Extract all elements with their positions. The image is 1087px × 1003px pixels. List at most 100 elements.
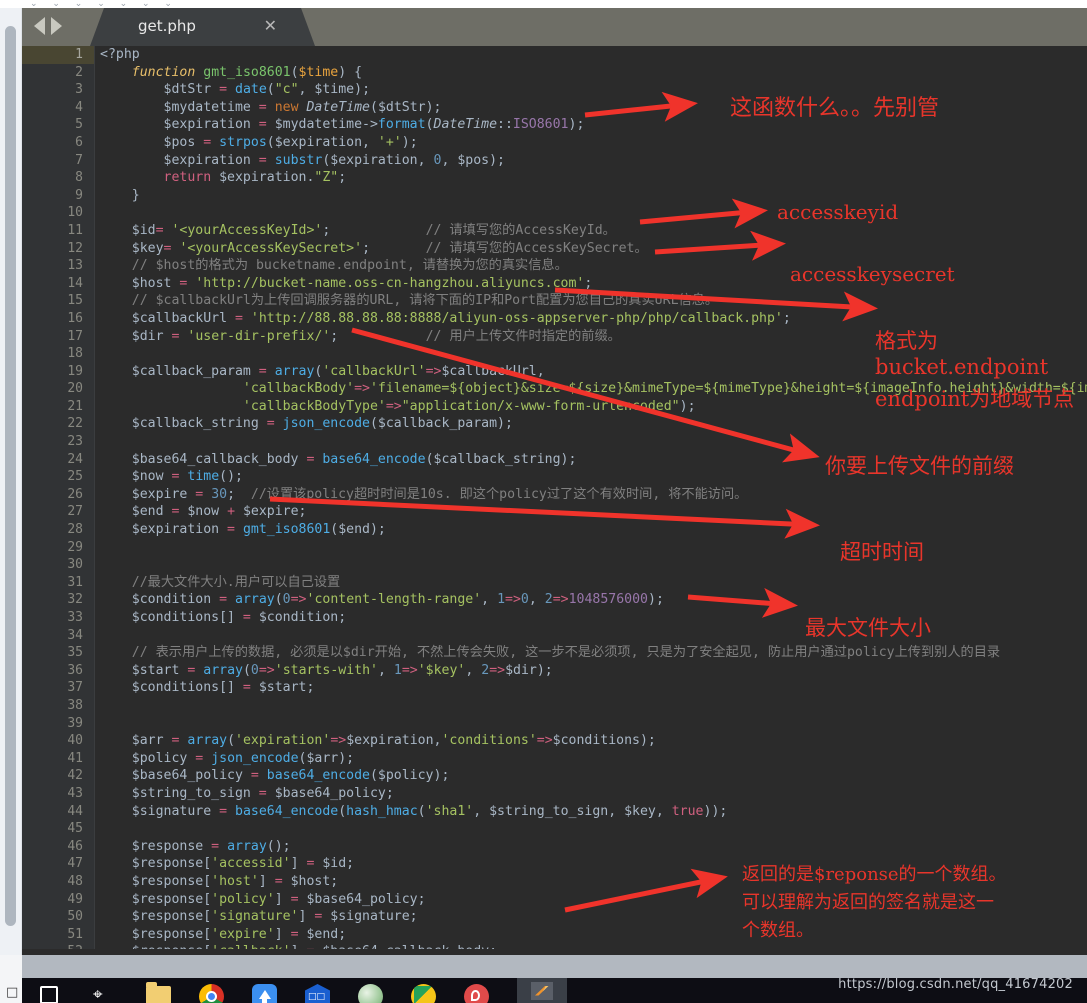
pentagon-app-icon[interactable] [305,981,331,1003]
code-token: $base64_policy; [298,891,426,907]
code-content[interactable]: <?php function gmt_iso8601($time) { $dtS… [100,46,1087,955]
code-token: 0 [250,662,259,678]
page-scrollbar-thumb[interactable] [5,26,16,926]
code-line[interactable]: $dir = 'user-dir-prefix/'; // 用户上传文件时指定的… [100,328,1087,346]
code-token: => [330,733,347,749]
code-token: , [481,592,498,608]
code-line[interactable]: $base64_policy = base64_encode($policy); [100,767,1087,785]
code-line[interactable]: $id= '<yourAccessKeyId>'; // 请填写您的Access… [100,222,1087,240]
code-line[interactable]: $response = array(); [100,838,1087,856]
code-line[interactable]: return $expiration."Z"; [100,169,1087,187]
code-token: array [235,592,275,608]
code-line[interactable]: $policy = json_encode($arr); [100,750,1087,768]
code-line[interactable]: $key= '<yourAccessKeySecret>'; // 请填写您的A… [100,240,1087,258]
code-line[interactable]: $expiration = substr($expiration, 0, $po… [100,152,1087,170]
code-line[interactable]: $callback_string = json_encode($callback… [100,415,1087,433]
code-line[interactable]: $signature = base64_encode(hash_hmac('sh… [100,803,1087,821]
code-token: return [163,170,212,186]
code-token: 'expiration' [235,733,331,749]
line-number: 7 [75,152,83,168]
code-token: ; [584,275,593,291]
annotation-text: 个数组。 [742,920,814,941]
code-token: $id [100,222,156,238]
code-token: = [203,134,212,150]
code-line[interactable]: $end = $now + $expire; [100,503,1087,521]
start-button-icon[interactable] [40,981,66,1003]
tab-label: get.php [138,17,196,35]
code-line[interactable]: // 表示用户上传的数据, 必须是以$dir开始, 不然上传会失败, 这一步不是… [100,644,1087,662]
code-token: ) { [338,64,363,80]
code-line[interactable]: <?php [100,46,1087,64]
line-number: 18 [67,346,83,362]
code-token: $callback_string [100,416,267,432]
code-token: 'policy' [211,891,275,907]
yellow-green-icon[interactable] [411,981,437,1003]
line-number: 47 [67,856,83,872]
chrome-icon[interactable] [199,981,225,1003]
code-line[interactable]: $condition = array(0=>'content-length-ra… [100,591,1087,609]
red-location-icon[interactable] [464,981,490,1003]
code-line[interactable] [100,433,1087,451]
code-token: ($dtStr); [370,99,442,115]
close-icon[interactable]: ✕ [264,16,277,35]
code-line[interactable]: $conditions[] = $start; [100,679,1087,697]
code-token: DateTime [306,99,371,115]
code-token: base64_encode [235,803,339,819]
code-token: 2 [481,662,490,678]
code-line[interactable]: $string_to_sign = $base64_policy; [100,785,1087,803]
code-token: , [377,662,394,678]
code-token: "Z" [314,170,339,186]
code-token: 'callbackBody' [242,381,355,397]
code-line[interactable]: $arr = array('expiration'=>$expiration,'… [100,732,1087,750]
code-token: $key [100,240,164,256]
code-token: ($callback_param); [369,416,513,432]
code-line[interactable] [100,556,1087,574]
tab-get-php[interactable]: get.php ✕ [90,8,315,46]
nav-back-arrow-icon[interactable] [34,17,45,35]
code-line[interactable] [100,627,1087,645]
code-token: => [290,592,307,608]
code-line[interactable] [100,697,1087,715]
globe-browser-icon[interactable] [358,981,384,1003]
code-line[interactable]: //最大文件大小.用户可以自己设置 [100,574,1087,592]
code-editor-area[interactable]: 1 2 3 4 5 6 7 8 9 10 11 12 13 14 15 16 17 18 19 20 21 22 23 24 2… [22,46,1087,955]
tab-nav-arrows[interactable] [34,17,62,35]
active-editor-icon[interactable] [517,978,567,1003]
code-token: :: [497,117,513,133]
code-line[interactable]: function gmt_iso8601($time) { [100,64,1087,82]
search-icon[interactable]: ⌖ [93,981,119,1003]
line-number: 5 [75,117,83,133]
code-line[interactable]: $start = array(0=>'starts-with', 1=>'$ke… [100,662,1087,680]
code-line[interactable] [100,539,1087,557]
code-token: ($expiration, [322,152,434,168]
nav-forward-arrow-icon[interactable] [51,17,62,35]
code-token: $response[ [100,873,212,889]
annotation-text: 可以理解为返回的签名就是这一 [742,892,994,913]
code-line[interactable]: $expire = 30; //设置该policy超时时间是10s. 即这个po… [100,486,1087,504]
blue-upload-icon[interactable] [252,981,278,1003]
code-token: 'signature' [211,909,299,925]
code-token: => [489,662,506,678]
code-line[interactable]: $expiration = gmt_iso8601($end); [100,521,1087,539]
screen-root: ⌄ ⌄ ⌄ ⌄ ⌄ ⌄ ⌄ get.php ✕ 1 2 3 4 5 6 7 8 9 10 11 12 1… [0,0,1087,1003]
code-line[interactable]: $callbackUrl = 'http://88.88.88.88:8888/… [100,310,1087,328]
code-line[interactable]: } [100,187,1087,205]
code-token: ); [568,117,585,133]
code-token: $expire [100,486,196,502]
code-line[interactable] [100,715,1087,733]
code-line[interactable]: $pos = strpos($expiration, '+'); [100,134,1087,152]
code-line[interactable]: $conditions[] = $condition; [100,609,1087,627]
file-explorer-icon[interactable] [146,981,172,1003]
line-number: 41 [67,750,83,766]
code-line[interactable] [100,820,1087,838]
code-token: 'starts-with' [274,662,378,678]
page-scrollbar-track[interactable] [0,8,22,955]
code-line[interactable] [100,204,1087,222]
window-top-strip: ⌄ ⌄ ⌄ ⌄ ⌄ ⌄ ⌄ [0,0,1087,9]
code-token: $response[ [100,926,212,942]
code-line[interactable]: $response['expire'] = $end; [100,926,1087,944]
code-token: '<yourAccessKeySecret>' [179,240,363,256]
code-token: //最大文件大小.用户可以自己设置 [100,574,341,590]
code-token: = [250,768,259,784]
code-line[interactable]: // $callbackUrl为上传回调服务器的URL, 请将下面的IP和Por… [100,292,1087,310]
